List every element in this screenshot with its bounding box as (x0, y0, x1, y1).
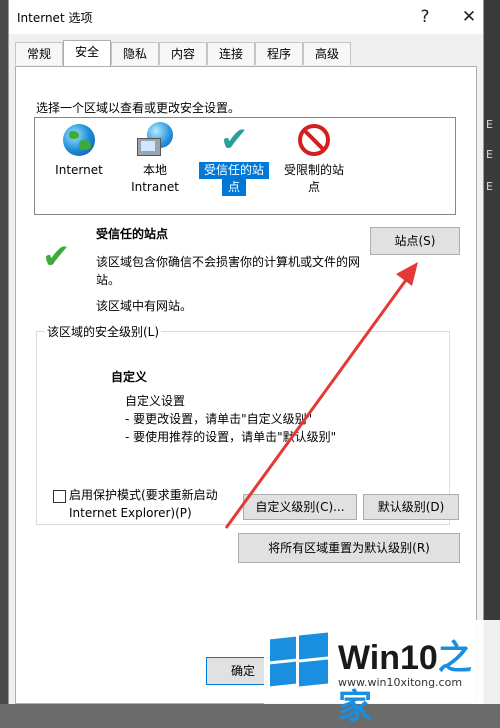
watermark-url: www.win10xitong.com (338, 676, 463, 689)
tab-security[interactable]: 安全 (63, 40, 111, 66)
red-arrow-annotation (224, 262, 418, 529)
watermark-logo: Win10之家 www.win10xitong.com (264, 620, 500, 726)
windows-logo-icon (270, 632, 328, 688)
brand-main: Win10 (338, 639, 438, 677)
